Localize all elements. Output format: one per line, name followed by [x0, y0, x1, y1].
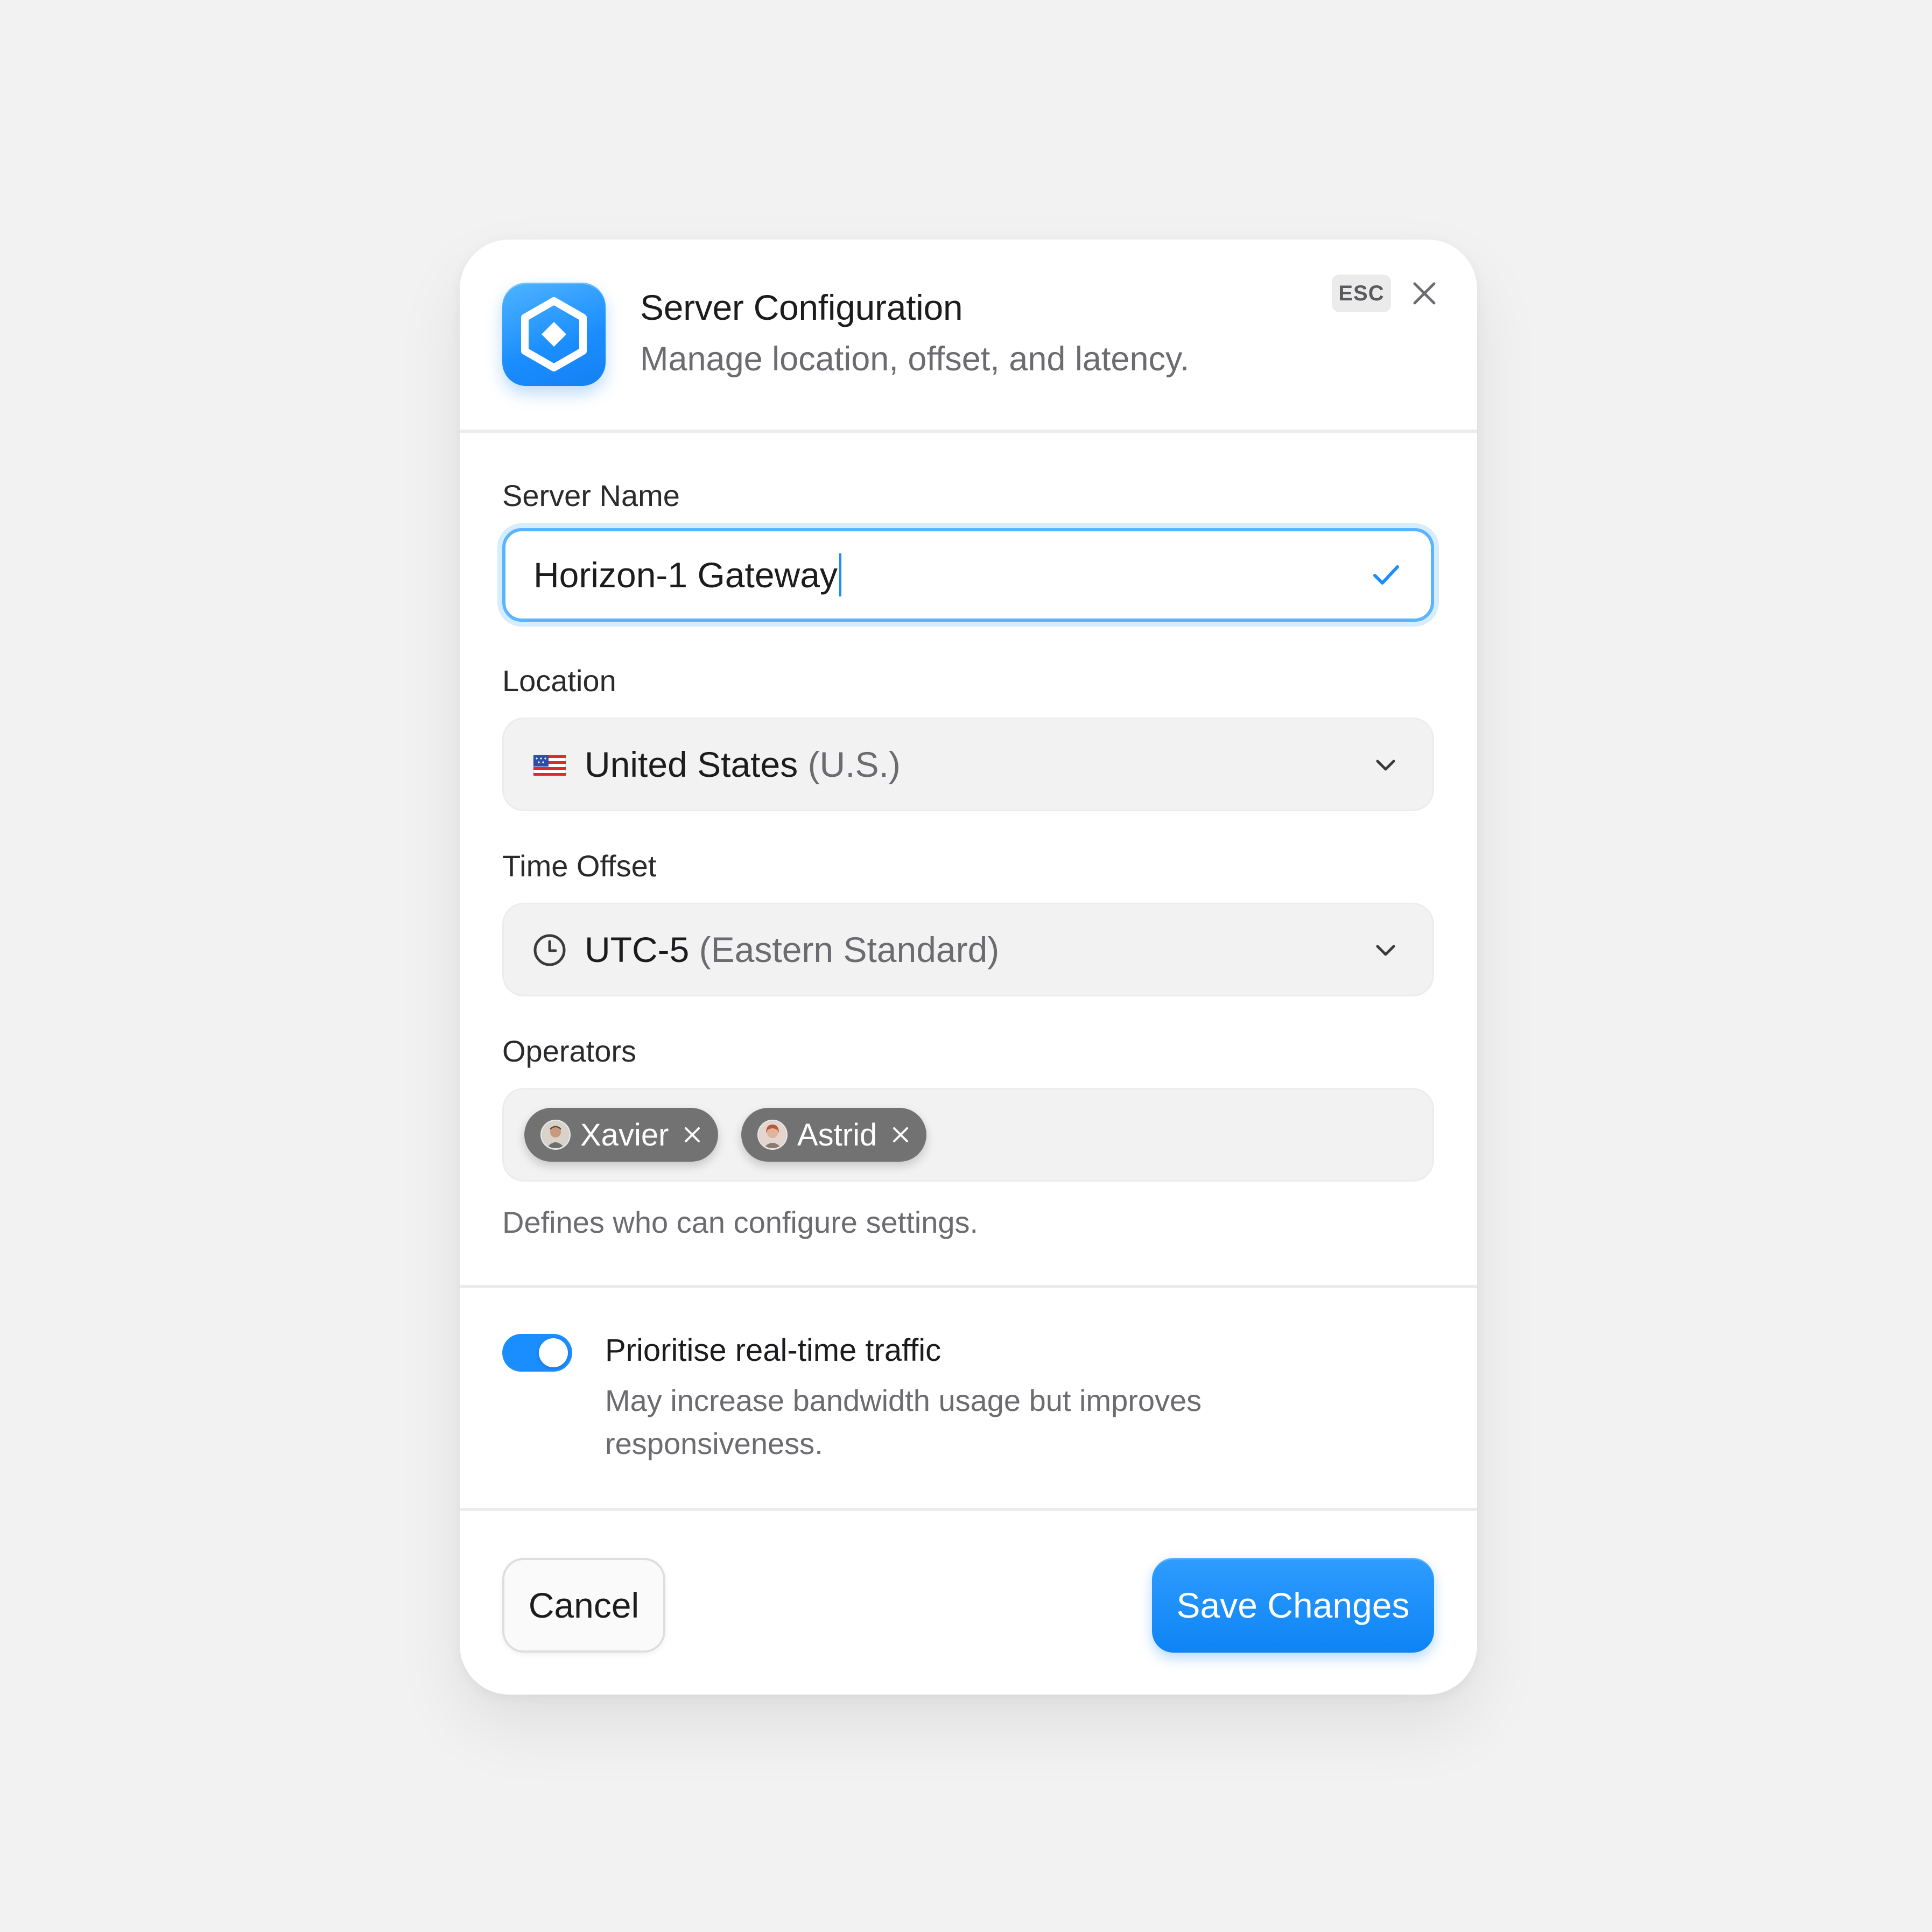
- dialog-header: Server Configuration Manage location, of…: [460, 240, 1477, 433]
- realtime-title: Prioritise real-time traffic: [605, 1333, 942, 1368]
- avatar: [540, 1120, 571, 1150]
- time-offset-select[interactable]: UTC-5 (Eastern Standard): [502, 903, 1434, 996]
- toggle-knob: [539, 1338, 568, 1367]
- location-value: United States: [585, 744, 798, 784]
- chevron-down-icon: [1371, 936, 1400, 965]
- server-name-label: Server Name: [502, 479, 680, 512]
- clock-icon: [532, 932, 567, 968]
- esc-key-badge: ESC: [1332, 275, 1391, 312]
- close-icon[interactable]: [1408, 277, 1441, 310]
- save-changes-button[interactable]: Save Changes: [1152, 1558, 1434, 1653]
- server-name-input[interactable]: Horizon-1 Gateway: [502, 528, 1434, 622]
- chevron-down-icon: [1371, 750, 1400, 779]
- operators-helper-text: Defines who can configure settings.: [502, 1205, 979, 1239]
- cancel-button[interactable]: Cancel: [502, 1558, 665, 1653]
- realtime-toggle[interactable]: [502, 1334, 572, 1372]
- location-label: Location: [502, 664, 616, 698]
- server-config-dialog: Server Configuration Manage location, of…: [460, 240, 1477, 1695]
- server-name-value[interactable]: Horizon-1 Gateway: [533, 531, 838, 619]
- operators-input[interactable]: Xavier Astrid: [502, 1088, 1434, 1182]
- time-offset-value: UTC-5: [585, 930, 690, 969]
- dialog-subtitle: Manage location, offset, and latency.: [640, 340, 1190, 378]
- time-offset-label: Time Offset: [502, 849, 657, 883]
- section-divider: [460, 1508, 1477, 1511]
- operators-label: Operators: [502, 1034, 636, 1068]
- operator-chip-astrid[interactable]: Astrid: [741, 1108, 927, 1162]
- check-icon: [1369, 558, 1403, 592]
- location-select[interactable]: United States (U.S.): [502, 718, 1434, 811]
- remove-icon[interactable]: [682, 1124, 703, 1146]
- avatar: [757, 1120, 788, 1150]
- time-offset-value-suffix: (Eastern Standard): [699, 930, 1000, 969]
- location-value-suffix: (U.S.): [807, 744, 901, 784]
- section-divider: [460, 1285, 1477, 1288]
- remove-icon[interactable]: [890, 1124, 911, 1146]
- operator-chip-xavier[interactable]: Xavier: [524, 1108, 719, 1162]
- realtime-description: May increase bandwidth usage but improve…: [605, 1383, 1202, 1460]
- operator-name: Xavier: [580, 1117, 669, 1153]
- operator-name: Astrid: [797, 1117, 877, 1153]
- text-caret: [839, 553, 841, 596]
- us-flag-icon: [532, 747, 567, 783]
- dialog-title: Server Configuration: [640, 287, 963, 327]
- hexagon-diamond-icon: [502, 283, 606, 386]
